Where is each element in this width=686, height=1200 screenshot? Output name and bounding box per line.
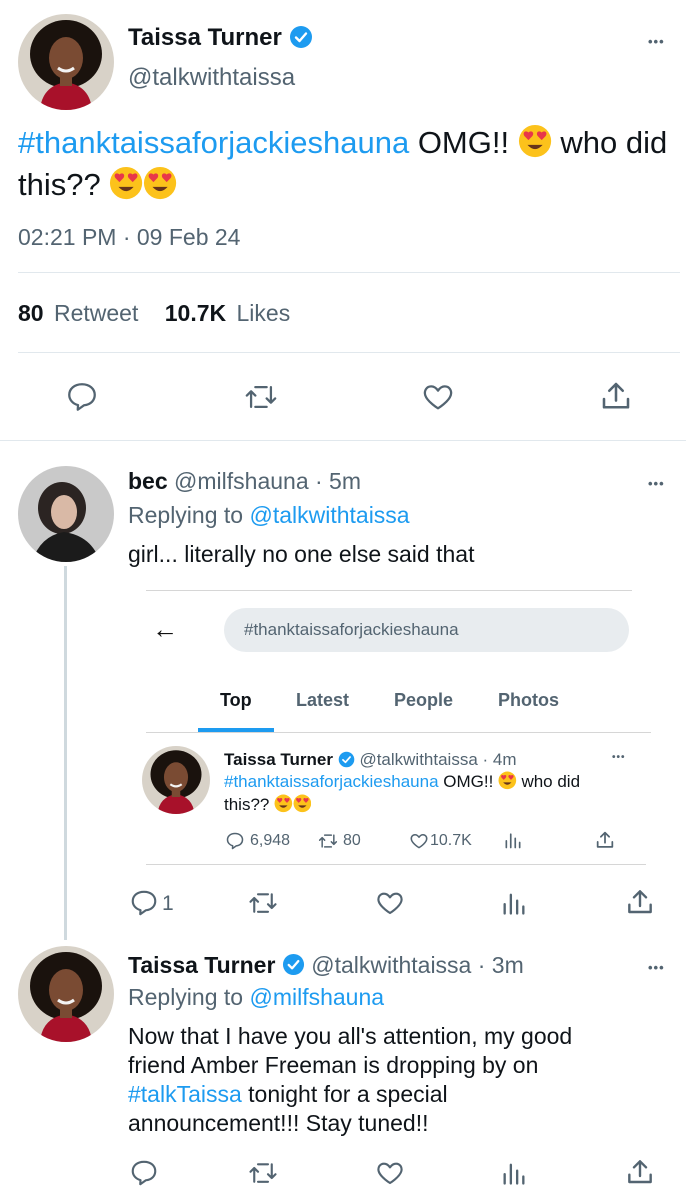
heart-eyes-emoji-icon: [274, 794, 293, 813]
avatar[interactable]: [142, 746, 210, 814]
replying-to-label: Replying to: [128, 984, 250, 1010]
heart-eyes-emoji-icon: [518, 124, 552, 158]
more-options-icon[interactable]: •••: [648, 34, 665, 49]
retweet-icon[interactable]: [246, 888, 280, 918]
heart-eyes-emoji-icon: [109, 166, 143, 200]
replying-to-label: Replying to: [128, 502, 250, 528]
analytics-icon[interactable]: [500, 888, 528, 918]
reply-text-line: friend Amber Freeman is dropping by on: [128, 1052, 539, 1078]
likes-count[interactable]: 10.7K: [165, 300, 226, 326]
share-icon[interactable]: [624, 886, 656, 918]
reply-time: · 5m: [315, 468, 361, 494]
heart-eyes-emoji-icon: [143, 166, 177, 200]
tab-photos[interactable]: Photos: [498, 690, 559, 711]
avatar[interactable]: [18, 466, 114, 562]
likes-label[interactable]: Likes: [237, 300, 291, 326]
author-name[interactable]: Taissa Turner: [128, 24, 282, 51]
reply-text: Now that I have you all's attention, my …: [128, 1022, 668, 1138]
like-count: 10.7K: [430, 832, 472, 849]
reply-icon[interactable]: [128, 1158, 160, 1188]
divider: [18, 352, 680, 353]
like-icon[interactable]: [420, 380, 456, 414]
reply-text-line: #talkTaissa tonight for a special: [128, 1080, 668, 1109]
search-input[interactable]: #thanktaissaforjackieshauna: [244, 620, 459, 640]
tab-latest[interactable]: Latest: [296, 690, 349, 711]
more-options-icon[interactable]: •••: [612, 752, 626, 763]
tweet-text-part: OMG!!: [438, 772, 499, 791]
section-divider: [0, 440, 686, 441]
back-arrow-icon[interactable]: ←: [152, 614, 178, 645]
author-handle[interactable]: @milfshauna: [174, 468, 309, 494]
embedded-tweet-text: #thanktaissaforjackieshauna OMG!! who di…: [224, 770, 634, 816]
search-bar[interactable]: #thanktaissaforjackieshauna: [224, 608, 629, 652]
tweet-text: #thanktaissaforjackieshauna OMG!! who di…: [18, 122, 668, 206]
tweet-text-part: OMG!!: [409, 125, 518, 160]
author-name[interactable]: bec: [128, 468, 168, 494]
author-handle[interactable]: @talkwithtaissa: [311, 952, 471, 978]
tweet-text-part: who did: [516, 772, 581, 791]
share-icon[interactable]: [598, 378, 634, 414]
reply-count: 1: [162, 892, 174, 915]
avatar[interactable]: [18, 14, 114, 110]
like-icon[interactable]: [374, 1158, 406, 1188]
author-name[interactable]: Taissa Turner: [128, 952, 275, 978]
divider: [18, 272, 680, 273]
share-icon[interactable]: [624, 1156, 656, 1188]
reply-icon[interactable]: [64, 380, 100, 414]
verified-badge-icon: [282, 953, 305, 976]
verified-badge-icon: [289, 25, 313, 49]
reply-text-line: Now that I have you all's attention, my …: [128, 1023, 573, 1049]
retweet-icon[interactable]: [246, 1158, 280, 1188]
embedded-bottom-border: [146, 864, 646, 865]
replying-to-handle[interactable]: @milfshauna: [249, 984, 384, 1010]
retweet-count[interactable]: 80: [18, 300, 44, 326]
avatar[interactable]: [18, 946, 114, 1042]
heart-eyes-emoji-icon: [498, 771, 517, 790]
retweet-icon[interactable]: [316, 831, 340, 851]
tab-people[interactable]: People: [394, 690, 453, 711]
retweet-label[interactable]: Retweet: [54, 300, 138, 326]
reply-text-part: tonight for a special: [241, 1081, 448, 1107]
retweet-count: 80: [343, 832, 361, 849]
reply-icon[interactable]: [128, 888, 160, 918]
reply-text-line: announcement!!! Stay tuned!!: [128, 1110, 429, 1136]
hashtag-link[interactable]: #talkTaissa: [128, 1081, 242, 1107]
hashtag-link[interactable]: #thanktaissaforjackieshauna: [224, 772, 439, 791]
tabs-divider: [146, 732, 651, 733]
engagement-stats: 80 Retweet 10.7K Likes: [18, 300, 290, 327]
heart-eyes-emoji-icon: [293, 794, 312, 813]
like-icon[interactable]: [408, 831, 430, 851]
author-handle[interactable]: @talkwithtaissa · 4m: [359, 750, 516, 769]
analytics-icon[interactable]: [503, 830, 523, 850]
more-options-icon[interactable]: •••: [648, 476, 665, 491]
tweet-timestamp[interactable]: 02:21 PM · 09 Feb 24: [18, 224, 240, 251]
hashtag-link[interactable]: #thanktaissaforjackieshauna: [18, 125, 409, 160]
replying-to-handle[interactable]: @talkwithtaissa: [249, 502, 409, 528]
reply-icon[interactable]: [224, 831, 246, 851]
verified-badge-icon: [338, 751, 355, 768]
thread-connector: [64, 566, 67, 940]
tweet-text-part: this??: [224, 795, 275, 814]
author-name[interactable]: Taissa Turner: [224, 750, 333, 769]
reply-count: 6,948: [250, 832, 291, 849]
like-icon[interactable]: [374, 888, 406, 918]
reply-time: · 3m: [477, 952, 524, 978]
more-options-icon[interactable]: •••: [648, 960, 665, 975]
tab-top[interactable]: Top: [220, 690, 252, 711]
reply-text: girl... literally no one else said that: [128, 541, 475, 567]
author-handle[interactable]: @talkwithtaissa: [128, 64, 295, 92]
retweet-icon[interactable]: [242, 380, 280, 414]
share-icon[interactable]: [594, 829, 616, 851]
embedded-top-border: [146, 590, 632, 591]
analytics-icon[interactable]: [500, 1158, 528, 1188]
